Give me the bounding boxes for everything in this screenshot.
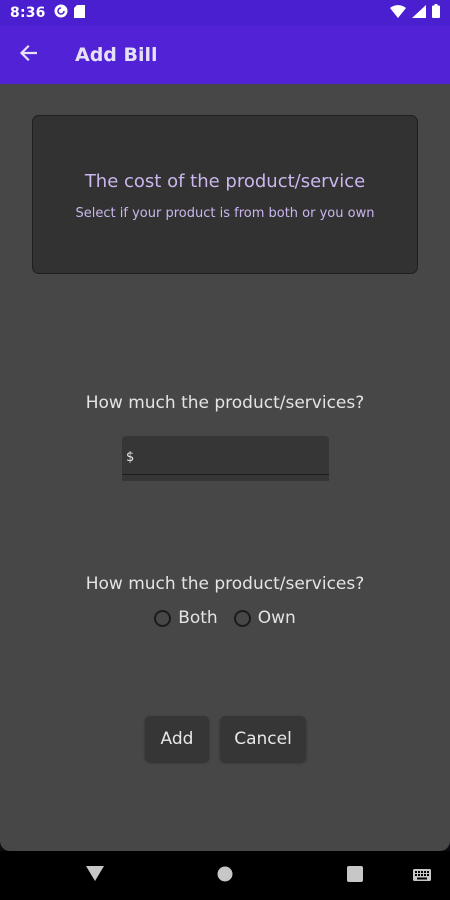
amount-question: How much the product/services? (85, 393, 365, 413)
cancel-button[interactable]: Cancel (220, 716, 306, 762)
system-nav-bar (0, 851, 450, 900)
signal-icon (412, 4, 426, 22)
nav-recents-button[interactable] (338, 851, 372, 900)
page-title: Add Bill (75, 44, 158, 66)
radio-unchecked-icon[interactable] (233, 609, 251, 627)
wifi-icon (390, 4, 406, 22)
add-button[interactable]: Add (145, 716, 209, 762)
main-content: The cost of the product/service Select i… (0, 84, 450, 851)
status-bar: 8:36 (0, 0, 450, 26)
nav-back-button[interactable] (78, 851, 112, 900)
currency-prefix: $ (126, 450, 135, 465)
radio-own[interactable]: Own (233, 608, 296, 628)
sd-card-icon (73, 4, 85, 22)
card-title: The cost of the product/service (84, 171, 366, 192)
back-button[interactable] (0, 26, 56, 84)
radio-unchecked-icon[interactable] (154, 609, 172, 627)
radio-both-label: Both (178, 608, 218, 628)
status-time: 8:36 (10, 5, 46, 21)
amount-input[interactable] (138, 444, 327, 472)
radio-both[interactable]: Both (154, 608, 218, 628)
status-system-icons (390, 4, 440, 22)
split-question: How much the product/services? (85, 574, 365, 594)
battery-icon (432, 4, 440, 22)
keyboard-icon (413, 866, 431, 885)
amount-field[interactable]: $ (122, 436, 329, 481)
pocket-casts-icon (54, 4, 68, 22)
nav-back-triangle-icon (86, 866, 104, 885)
status-notification-icons (54, 4, 85, 22)
nav-keyboard-button[interactable] (405, 851, 439, 900)
card-subtitle: Select if your product is from both or y… (75, 206, 375, 221)
nav-recents-square-icon (347, 865, 363, 886)
nav-home-circle-icon (217, 866, 233, 886)
nav-home-button[interactable] (208, 851, 242, 900)
arrow-back-icon (19, 44, 38, 66)
radio-own-label: Own (257, 608, 296, 628)
app-bar: Add Bill (0, 26, 450, 84)
field-underline (122, 474, 329, 475)
split-radio-group: Both Own (0, 608, 450, 628)
info-card: The cost of the product/service Select i… (32, 115, 418, 274)
